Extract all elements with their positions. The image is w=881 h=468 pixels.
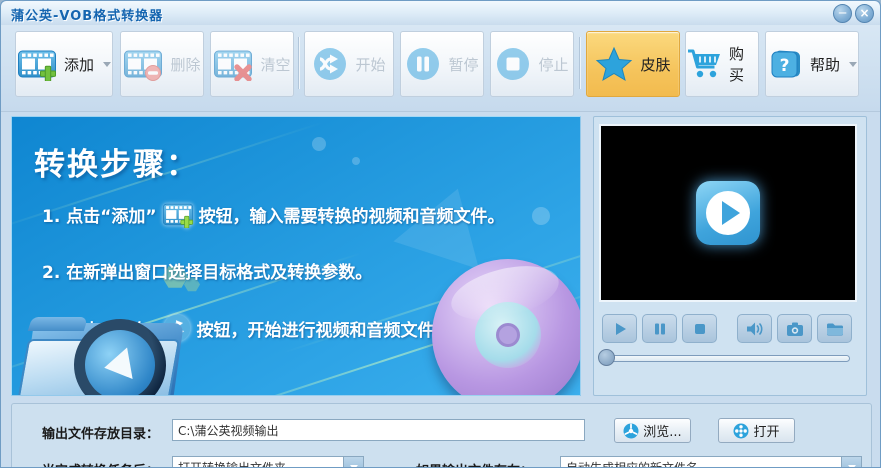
- skin-button-label: 皮肤: [640, 55, 671, 74]
- toolbar-separator: [579, 37, 580, 89]
- toolbar: 添加 删除 清空 开始 暂停 停止 皮肤 购买 ? 帮助: [1, 25, 880, 112]
- step-2: 2. 在新弹出窗口选择目标格式及转换参数。: [42, 258, 372, 283]
- browse-button[interactable]: 浏览...: [614, 418, 691, 443]
- add-button-label: 添加: [63, 55, 94, 74]
- step-2-text-pre: 2. 在新弹出窗口选择目标格式及转换参数。: [42, 263, 373, 283]
- chevron-down-icon: [103, 61, 111, 67]
- start-button: 开始: [304, 31, 394, 97]
- film-add-icon: [162, 201, 194, 228]
- after-task-label: 当完成转换任务后：: [42, 460, 159, 467]
- stop-button: 停止: [490, 31, 574, 97]
- clear-button-label: 清空: [260, 55, 291, 74]
- decorative-dot: [312, 137, 326, 151]
- folder-tab: [27, 317, 89, 331]
- start-shuffle-icon: [312, 46, 349, 82]
- help-button-label: 帮助: [809, 55, 840, 74]
- pause-circle-icon: [405, 46, 441, 82]
- play-icon: [721, 201, 740, 225]
- play-left-icon: [101, 347, 133, 384]
- clear-button: 清空: [210, 31, 294, 97]
- film-remove-icon: [123, 47, 163, 81]
- folder-icon: [826, 323, 843, 335]
- pause-icon: [654, 323, 665, 334]
- exists-value: 自动生成相应的新文件名: [566, 460, 699, 468]
- minimize-icon: ─: [838, 6, 847, 20]
- delete-button-label: 删除: [170, 55, 201, 74]
- cd-hole: [496, 323, 520, 347]
- after-task-dropdown[interactable]: 打开转换输出文件夹: [172, 456, 364, 468]
- help-button[interactable]: ? 帮助: [765, 31, 859, 97]
- volume-icon: [746, 322, 762, 335]
- browse-aperture-icon: [623, 423, 639, 438]
- folder-graphic: [15, 311, 191, 395]
- browse-button-label: 浏览...: [643, 425, 682, 440]
- player-folder-button[interactable]: [817, 314, 852, 343]
- svg-text:?: ?: [780, 56, 790, 76]
- player-play-button[interactable]: [602, 314, 637, 343]
- player-stop-button[interactable]: [682, 314, 717, 343]
- start-button-label: 开始: [355, 55, 386, 74]
- buy-button[interactable]: 购买: [685, 31, 759, 97]
- stop-circle-icon: [495, 46, 531, 82]
- stop-button-label: 停止: [538, 55, 569, 74]
- snapshot-camera-icon: [786, 322, 803, 336]
- skin-button[interactable]: 皮肤: [586, 31, 680, 97]
- chevron-down-icon: [343, 457, 363, 467]
- preview-panel: [593, 116, 867, 396]
- cart-icon: [686, 47, 722, 81]
- delete-button: 删除: [120, 31, 204, 97]
- seek-slider-thumb[interactable]: [598, 349, 615, 366]
- film-clear-icon: [213, 47, 253, 81]
- cd-disc-graphic: [432, 256, 580, 395]
- close-icon: ×: [859, 6, 870, 20]
- open-button[interactable]: 打开: [718, 418, 795, 443]
- star-icon: [595, 46, 633, 82]
- chevron-down-icon: [849, 61, 857, 67]
- step-1-text-post: 按钮，输入需要转换的视频和音频文件。: [198, 207, 505, 227]
- output-dir-label: 输出文件存放目录：: [42, 427, 160, 442]
- decorative-dot: [352, 157, 360, 165]
- open-reel-icon: [733, 423, 749, 438]
- toolbar-separator: [298, 37, 299, 89]
- player-volume-button[interactable]: [737, 314, 772, 343]
- title-bar[interactable]: 蒲公英-VOB格式转换器 ─ ×: [1, 1, 880, 25]
- decorative-dot: [532, 207, 550, 225]
- buy-button-label: 购买: [729, 45, 745, 84]
- seek-slider-track[interactable]: [604, 355, 850, 362]
- open-button-label: 打开: [753, 425, 780, 440]
- instructions-panel: 转换步骤： 1. 点击“添加” 按钮，输入需要转换的视频和音频文件。 2. 在新…: [11, 116, 581, 396]
- pause-button: 暂停: [400, 31, 484, 97]
- player-snapshot-button[interactable]: [777, 314, 812, 343]
- exists-dropdown[interactable]: 自动生成相应的新文件名: [560, 456, 862, 468]
- play-icon: [615, 322, 626, 335]
- video-display: [599, 124, 857, 302]
- pause-button-label: 暂停: [448, 55, 479, 74]
- big-play-button[interactable]: [696, 181, 760, 245]
- app-window: 蒲公英-VOB格式转换器 ─ × 添加 删除 清空 开始 暂停 停止 皮肤 购买…: [0, 0, 881, 468]
- player-pause-button[interactable]: [642, 314, 677, 343]
- window-title: 蒲公英-VOB格式转换器: [11, 9, 164, 24]
- step-1-text-pre: 1. 点击“添加”: [42, 207, 157, 227]
- output-dir-input[interactable]: [172, 419, 585, 441]
- step-1: 1. 点击“添加” 按钮，输入需要转换的视频和音频文件。: [42, 201, 505, 228]
- film-add-icon: [17, 47, 57, 81]
- output-settings-box: 输出文件存放目录： 浏览... 打开 当完成转换任务后： 打开转换输出文件夹 如…: [11, 403, 872, 468]
- steps-heading: 转换步骤：: [34, 147, 199, 183]
- add-button[interactable]: 添加: [15, 31, 113, 97]
- exists-label: 如果输出文件存在：: [416, 460, 533, 467]
- stop-icon: [694, 323, 705, 334]
- chevron-down-icon: [841, 457, 861, 467]
- minimize-button[interactable]: ─: [833, 4, 852, 23]
- after-task-value: 打开转换输出文件夹: [178, 460, 287, 468]
- help-icon: ?: [767, 46, 803, 82]
- close-button[interactable]: ×: [855, 4, 874, 23]
